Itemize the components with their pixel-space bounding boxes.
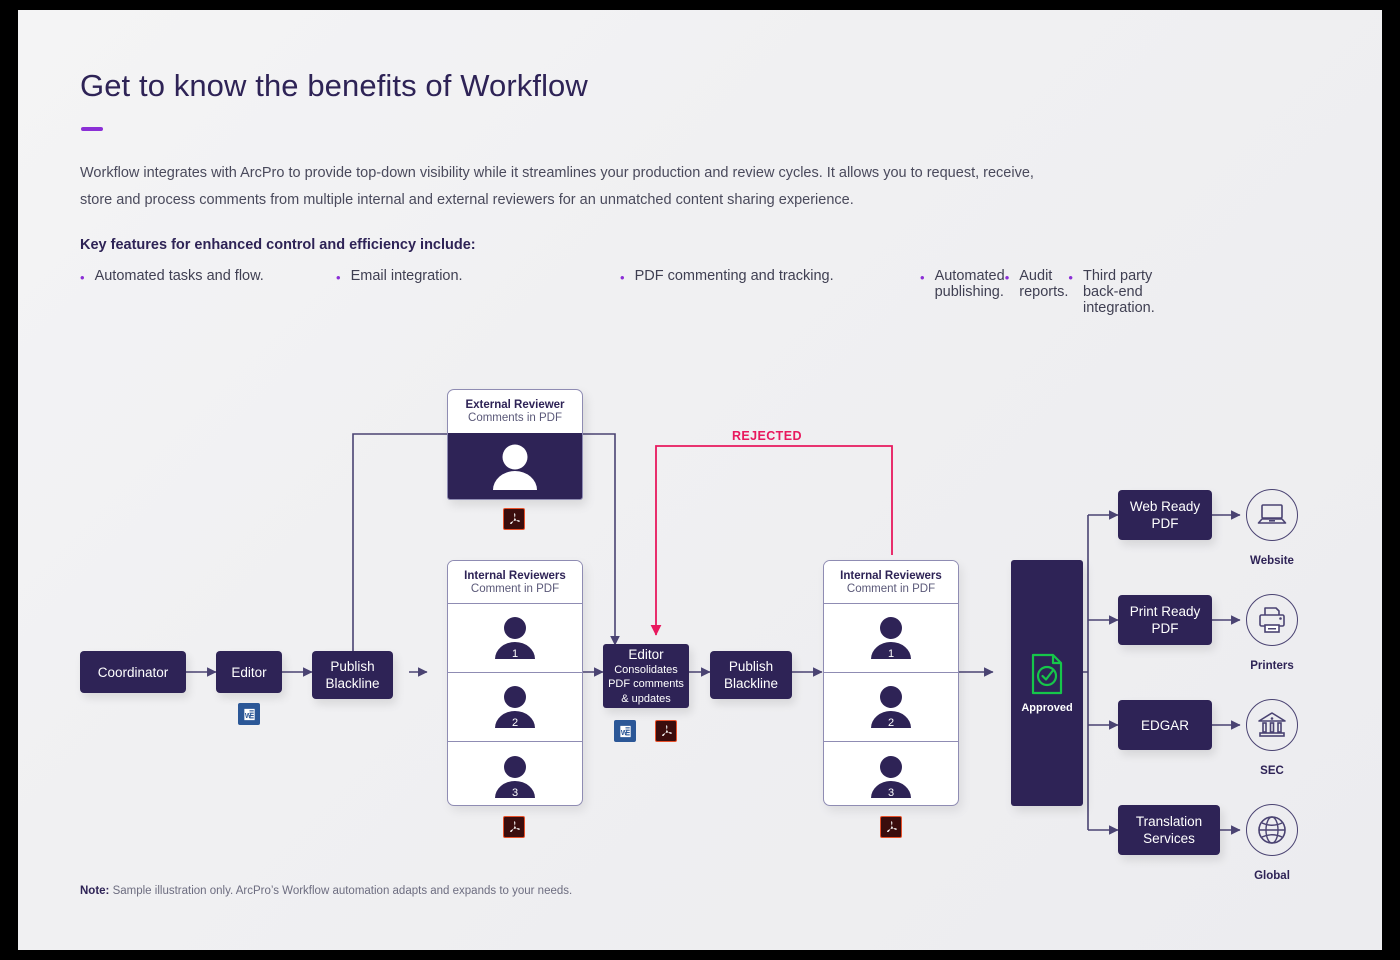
approved-label: Approved bbox=[1021, 701, 1073, 714]
panel-subtitle: Comment in PDF bbox=[470, 582, 560, 595]
bank-icon bbox=[1258, 712, 1286, 737]
svg-text:1: 1 bbox=[888, 648, 894, 660]
svg-text:3: 3 bbox=[888, 787, 894, 799]
approved-document-icon bbox=[1031, 653, 1063, 694]
panel-header: External Reviewer Comments in PDF bbox=[448, 390, 582, 433]
node-approved[interactable]: Approved bbox=[1011, 560, 1083, 806]
outcome-printers-label: Printers bbox=[1250, 660, 1294, 672]
reviewer-row: 2 bbox=[448, 673, 582, 742]
node-editor[interactable]: Editor bbox=[216, 651, 282, 693]
node-label: Editor bbox=[231, 664, 267, 680]
node-label-line1: Translation bbox=[1135, 814, 1203, 829]
person-icon: 3 bbox=[495, 755, 535, 799]
person-icon bbox=[493, 444, 537, 490]
node-label-line1: Web Ready bbox=[1129, 499, 1201, 514]
node-output-edgar[interactable]: EDGAR bbox=[1118, 700, 1212, 750]
globe-icon bbox=[1258, 816, 1286, 844]
node-label-line2: PDF bbox=[1151, 516, 1179, 531]
panel-external-reviewer[interactable]: External Reviewer Comments in PDF bbox=[447, 389, 583, 500]
node-label-line1: Print Ready bbox=[1129, 604, 1201, 619]
footnote: Note: Sample illustration only. ArcPro’s… bbox=[80, 885, 572, 897]
reviewer-row: 2 bbox=[824, 673, 958, 742]
pdf-icon bbox=[503, 508, 525, 530]
node-coordinator[interactable]: Coordinator bbox=[80, 651, 186, 693]
panel-header: Internal Reviewers Comment in PDF bbox=[824, 561, 958, 604]
node-label-line1: EDGAR bbox=[1140, 717, 1189, 733]
svg-text:W: W bbox=[244, 712, 251, 719]
panel-header: Internal Reviewers Comment in PDF bbox=[448, 561, 582, 604]
outcome-website-label: Website bbox=[1250, 555, 1294, 567]
laptop-icon bbox=[1257, 504, 1287, 524]
node-label-line2: PDF bbox=[1151, 621, 1179, 636]
svg-text:W: W bbox=[620, 729, 627, 736]
printer-icon bbox=[1259, 607, 1285, 633]
reviewer-row: 3 bbox=[448, 742, 582, 805]
node-output-web-ready-pdf[interactable]: Web Ready PDF bbox=[1118, 490, 1212, 540]
node-sub-line2: PDF comments bbox=[608, 678, 684, 691]
svg-text:2: 2 bbox=[512, 717, 518, 729]
node-sub-line1: Consolidates bbox=[614, 663, 678, 676]
person-icon: 2 bbox=[871, 686, 911, 729]
panel-subtitle: Comments in PDF bbox=[468, 412, 562, 424]
word-icon: W bbox=[238, 703, 260, 725]
svg-text:1: 1 bbox=[512, 648, 518, 660]
person-icon: 2 bbox=[495, 686, 535, 729]
panel-internal-reviewers-right[interactable]: Internal Reviewers Comment in PDF 1 2 3 bbox=[823, 560, 959, 806]
node-label-line2: Services bbox=[1143, 831, 1195, 846]
outcome-website[interactable] bbox=[1246, 489, 1298, 541]
footnote-label: Note: bbox=[80, 885, 110, 897]
pdf-icon bbox=[503, 816, 525, 838]
slide-canvas: Get to know the benefits of Workflow Wor… bbox=[18, 10, 1382, 950]
outcome-global-label: Global bbox=[1254, 870, 1290, 882]
person-icon: 1 bbox=[495, 617, 535, 660]
outcome-sec-label: SEC bbox=[1260, 765, 1284, 777]
reviewer-row: 1 bbox=[824, 604, 958, 673]
panel-title: Internal Reviewers bbox=[840, 569, 942, 582]
panel-body bbox=[448, 433, 582, 499]
panel-subtitle: Comment in PDF bbox=[846, 582, 936, 595]
node-output-translation-services[interactable]: Translation Services bbox=[1118, 805, 1220, 855]
node-label: Coordinator bbox=[97, 664, 169, 680]
node-label: Editor bbox=[628, 646, 664, 662]
rejected-label: REJECTED bbox=[732, 429, 802, 443]
node-label-line1: Publish bbox=[330, 659, 375, 674]
reviewer-row: 3 bbox=[824, 742, 958, 805]
outcome-sec[interactable] bbox=[1246, 699, 1298, 751]
node-publish-blackline-2[interactable]: Publish Blackline bbox=[710, 651, 792, 699]
person-icon: 1 bbox=[871, 617, 911, 660]
node-publish-blackline-1[interactable]: Publish Blackline bbox=[312, 651, 393, 699]
pdf-icon bbox=[880, 816, 902, 838]
panel-title: External Reviewer bbox=[465, 399, 565, 411]
workflow-diagram: Coordinator Editor W Publish Blackline E… bbox=[18, 10, 1382, 950]
node-output-print-ready-pdf[interactable]: Print Ready PDF bbox=[1118, 595, 1212, 645]
panel-title: Internal Reviewers bbox=[464, 569, 566, 582]
outcome-printers[interactable] bbox=[1246, 594, 1298, 646]
word-icon: W bbox=[614, 720, 636, 742]
panel-internal-reviewers-left[interactable]: Internal Reviewers Comment in PDF 1 2 3 bbox=[447, 560, 583, 806]
person-icon: 3 bbox=[871, 755, 911, 799]
reviewer-row: 1 bbox=[448, 604, 582, 673]
outcome-global[interactable] bbox=[1246, 804, 1298, 856]
pdf-icon bbox=[655, 720, 677, 742]
node-label-line2: Blackline bbox=[325, 676, 380, 691]
node-label-line2: Blackline bbox=[723, 676, 779, 691]
node-editor-consolidate[interactable]: Editor Consolidates PDF comments & updat… bbox=[603, 644, 689, 708]
footnote-text: Sample illustration only. ArcPro’s Workf… bbox=[109, 885, 573, 897]
svg-text:2: 2 bbox=[888, 717, 894, 729]
svg-text:3: 3 bbox=[512, 787, 518, 799]
node-label-line1: Publish bbox=[728, 659, 774, 674]
node-sub-line3: & updates bbox=[621, 692, 671, 705]
